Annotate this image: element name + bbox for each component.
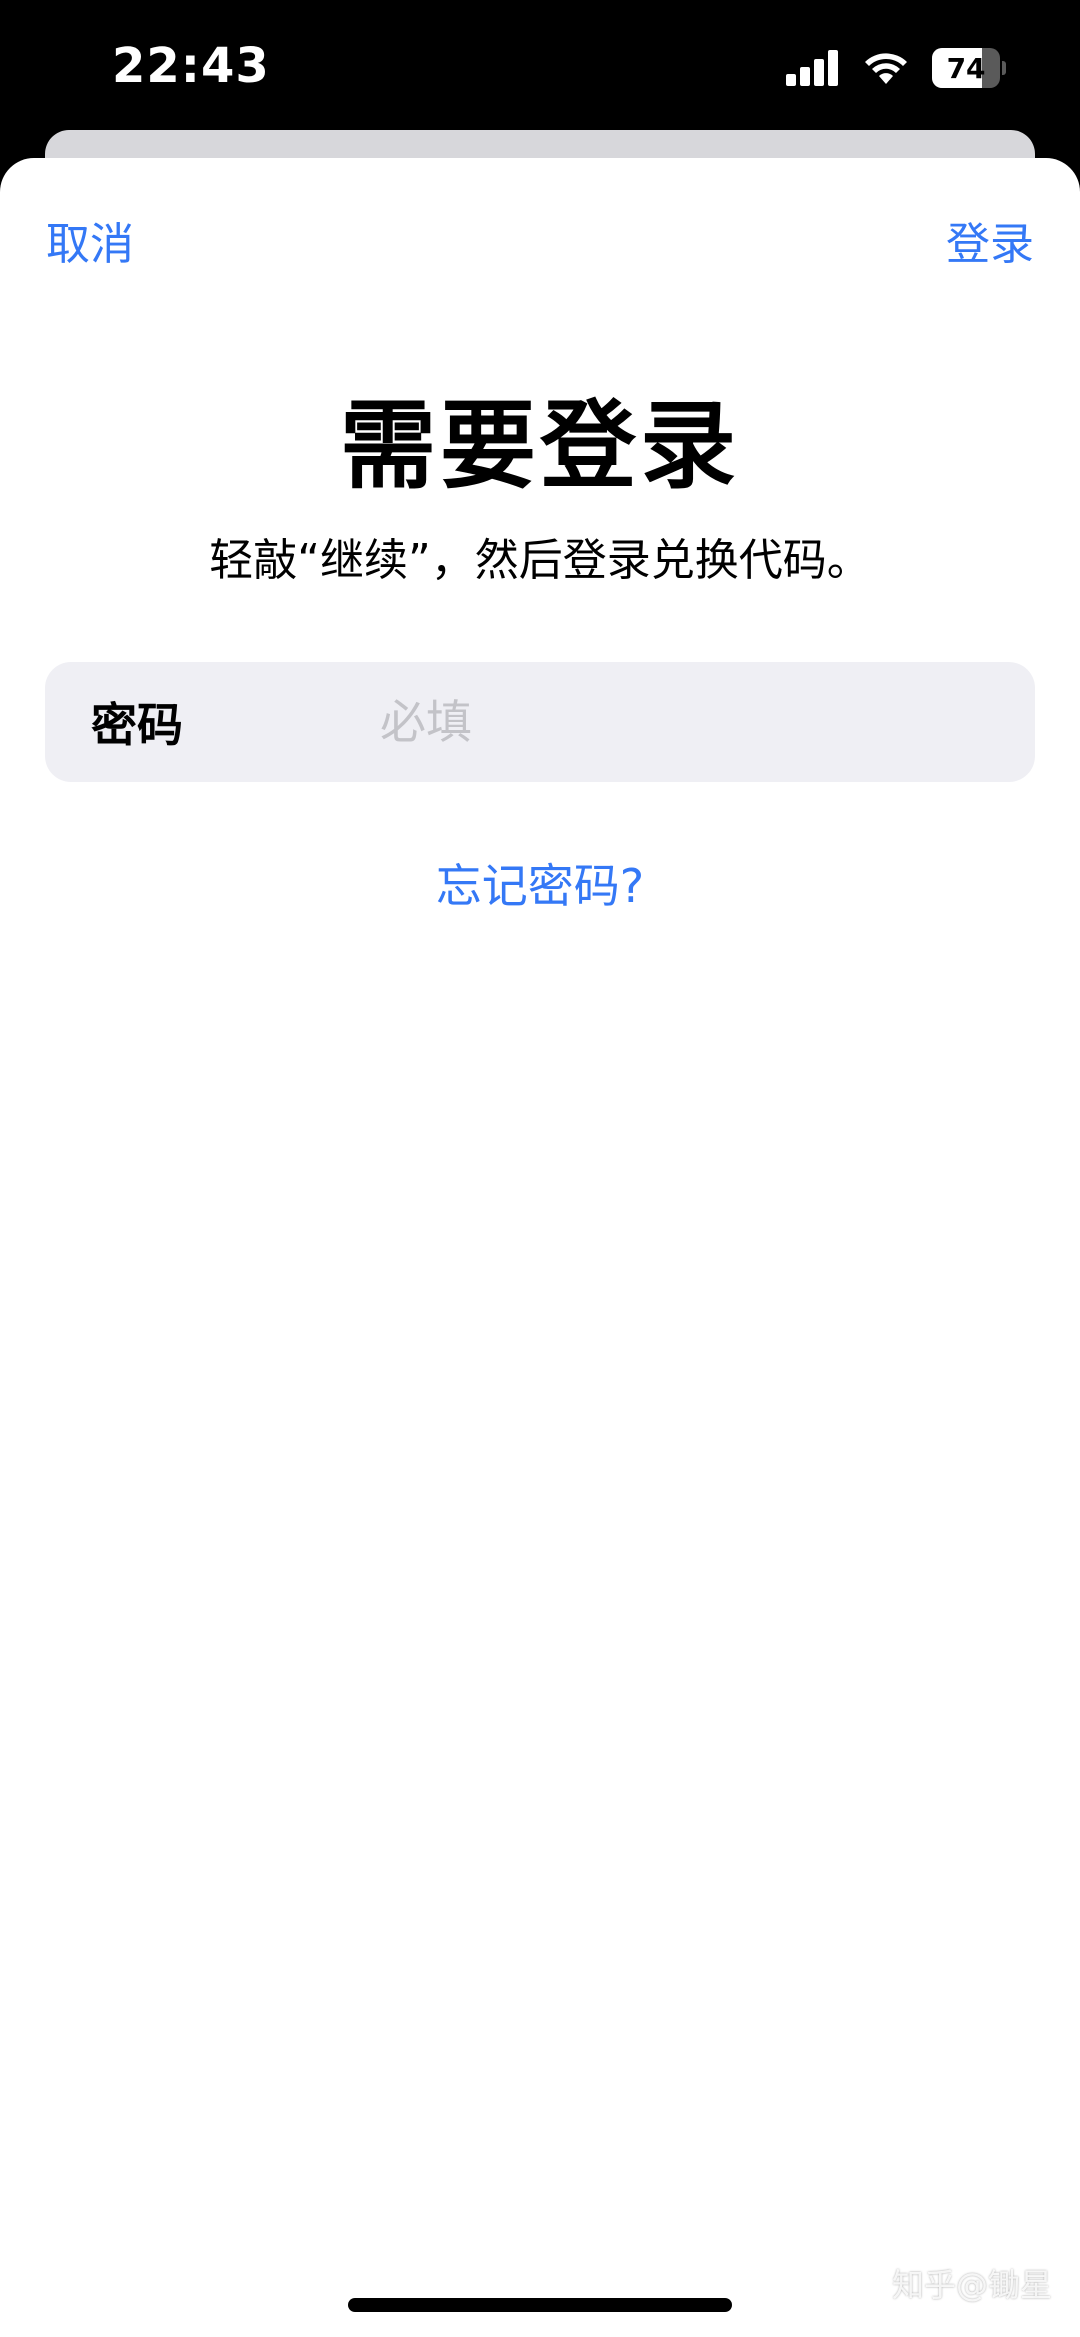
password-label: 密码 [91, 698, 183, 752]
status-icons: 74 [786, 48, 1006, 88]
wifi-icon [865, 53, 907, 84]
cellular-signal-icon [786, 50, 838, 86]
battery-icon: 74 [932, 48, 1006, 88]
battery-cap [1002, 61, 1006, 75]
login-sheet: 取消 登录 需要登录 轻敲“继续”，然后登录兑换代码。 密码 忘记密码? [0, 158, 1080, 2337]
password-input[interactable] [380, 682, 1000, 762]
battery-percentage: 74 [946, 51, 986, 85]
page-title: 需要登录 [340, 390, 740, 502]
watermark: 知乎@锄星 [891, 2266, 1052, 2304]
page-subtitle: 轻敲“继续”，然后登录兑换代码。 [209, 535, 871, 586]
forgot-password-link[interactable]: 忘记密码? [436, 859, 644, 913]
home-indicator[interactable] [348, 2298, 732, 2312]
status-bar: 22:43 74 [0, 0, 1080, 140]
screen: 22:43 74 取消 登录 需要登录 轻敲“继续”，然后登录兑换代码。 密码 … [0, 0, 1080, 2337]
battery-body: 74 [932, 48, 1001, 88]
login-button[interactable]: 登录 [946, 208, 1034, 272]
forgot-password-row: 忘记密码? [0, 850, 1080, 916]
password-row: 密码 [45, 662, 1035, 782]
cancel-button[interactable]: 取消 [46, 208, 134, 272]
status-time: 22:43 [112, 38, 270, 94]
